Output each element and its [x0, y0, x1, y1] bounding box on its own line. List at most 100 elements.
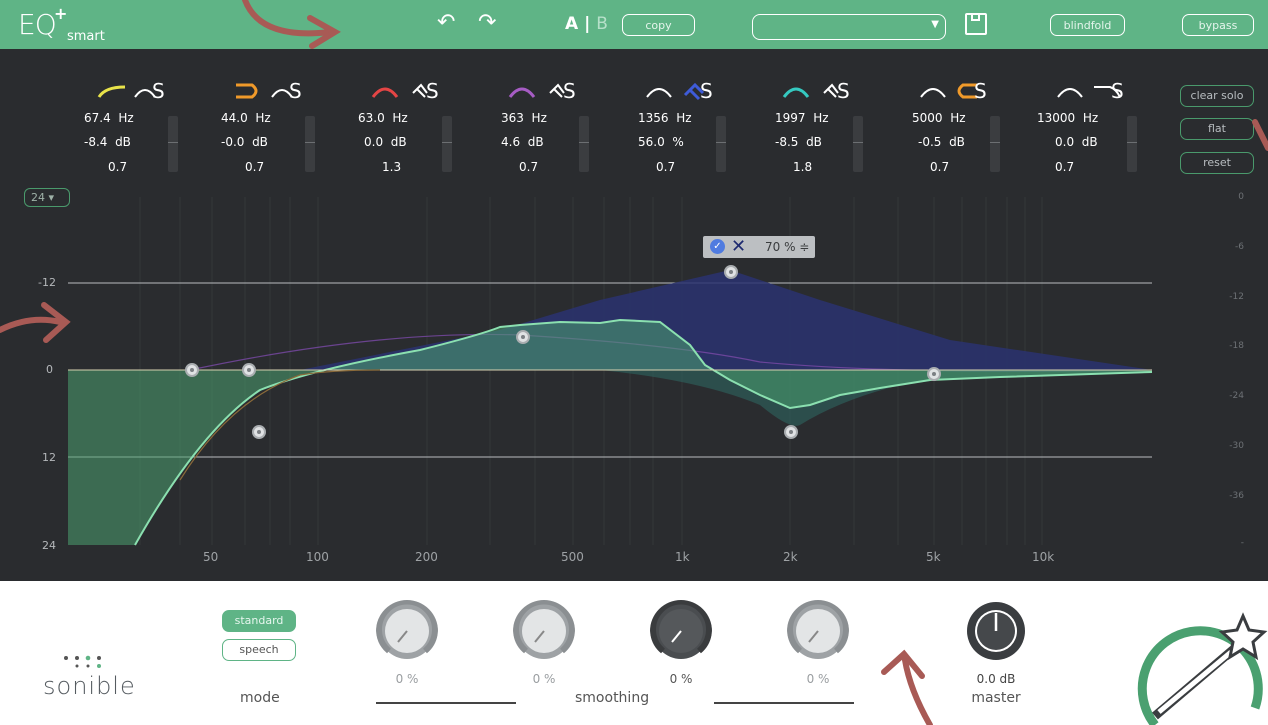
band-3[interactable]: S 63.0 Hz 0.0 dB 1.3 [334, 74, 459, 184]
band-1[interactable]: S 67.4 Hz -8.4 dB 0.7 [60, 74, 185, 184]
band-q: 0.7 [519, 160, 539, 174]
band-6[interactable]: S 1997 Hz -8.5 dB 1.8 [745, 74, 870, 184]
x-label: 100 [306, 550, 329, 564]
band-gain: -8.4 dB [84, 135, 131, 149]
solo-button[interactable]: S [152, 79, 165, 103]
band-2[interactable]: S 44.0 Hz -0.0 dB 0.7 [197, 74, 322, 184]
mode-speech-button[interactable]: speech [222, 639, 296, 661]
smoothing-knob-3[interactable] [650, 600, 712, 662]
band-slider[interactable] [716, 116, 726, 172]
dynamic-icon[interactable] [628, 79, 738, 103]
band-gain: -0.0 dB [221, 135, 268, 149]
solo-button[interactable]: S [1111, 79, 1124, 103]
band-q: 0.7 [656, 160, 676, 174]
right-label: -24 [1229, 391, 1244, 401]
band-freq: 363 Hz [501, 111, 547, 125]
smart-learn-button[interactable] [1135, 598, 1268, 725]
band-slider[interactable] [990, 116, 1000, 172]
solo-button[interactable]: S [974, 79, 987, 103]
master-knob[interactable] [965, 600, 1027, 662]
band-freq: 1997 Hz [775, 111, 829, 125]
band-q: 0.7 [930, 160, 950, 174]
band-q: 0.7 [245, 160, 265, 174]
band-gain: -8.5 dB [775, 135, 822, 149]
band-freq: 1356 Hz [638, 111, 692, 125]
smoothing-bracket-left [376, 702, 516, 704]
dynamic-node-tooltip: ✓ ✕ 70 % ≑ [703, 236, 815, 258]
band-node[interactable] [242, 363, 256, 377]
right-label: -30 [1229, 441, 1244, 451]
mode-label: mode [240, 690, 280, 706]
band-node[interactable] [252, 425, 266, 439]
band-freq: 67.4 Hz [84, 111, 134, 125]
solo-button[interactable]: S [289, 79, 302, 103]
band-q: 1.3 [382, 160, 402, 174]
band-slider[interactable] [579, 116, 589, 172]
band-5[interactable]: S 1356 Hz 56.0 % 0.7 [608, 74, 733, 184]
bell-icon[interactable] [491, 79, 601, 103]
band-node[interactable] [724, 265, 738, 279]
solo-button[interactable]: S [837, 79, 850, 103]
x-label: 5k [926, 550, 941, 564]
master-value: 0.0 dB [976, 672, 1016, 686]
clear-solo-button[interactable]: clear solo [1180, 85, 1254, 107]
band-node[interactable] [516, 330, 530, 344]
smoothing-label: smoothing [575, 690, 650, 706]
lowshelf-icon[interactable] [80, 79, 190, 103]
band-q: 0.7 [1055, 160, 1075, 174]
smoothing-knob-1[interactable] [376, 600, 438, 662]
band-freq: 63.0 Hz [358, 111, 408, 125]
band-gain: -0.5 dB [918, 135, 965, 149]
band-q: 0.7 [108, 160, 128, 174]
band-gain: 4.6 dB [501, 135, 544, 149]
band-node[interactable] [185, 363, 199, 377]
band-slider[interactable] [1127, 116, 1137, 172]
bell-icon[interactable] [354, 79, 464, 103]
smoothing-bracket-right [714, 702, 854, 704]
x-label: 2k [783, 550, 798, 564]
range-dropdown[interactable]: 24 ▾ [24, 188, 70, 207]
right-label: -6 [1235, 242, 1244, 252]
band-4[interactable]: S 363 Hz 4.6 dB 0.7 [471, 74, 596, 184]
knob-value: 0 % [806, 672, 830, 686]
solo-button[interactable]: S [700, 79, 713, 103]
highshelf-icon[interactable] [1039, 79, 1149, 103]
y-label: 12 [42, 451, 56, 464]
mode-standard-button[interactable]: standard [222, 610, 296, 632]
tooltip-percent[interactable]: 70 % ≑ [765, 240, 809, 254]
band-controls: S 67.4 Hz -8.4 dB 0.7 S 44.0 Hz -0.0 dB … [60, 74, 1160, 184]
knob-value: 0 % [669, 672, 693, 686]
y-label: 0 [46, 363, 53, 376]
smoothing-knob-4[interactable] [787, 600, 849, 662]
right-label: -18 [1229, 341, 1244, 351]
right-label: -36 [1229, 491, 1244, 501]
reset-button[interactable]: reset [1180, 152, 1254, 174]
lowcut-icon[interactable] [217, 79, 327, 103]
band-7[interactable]: S 5000 Hz -0.5 dB 0.7 [882, 74, 1007, 184]
band-slider[interactable] [305, 116, 315, 172]
close-icon[interactable]: ✕ [731, 236, 746, 258]
band-q: 1.8 [793, 160, 813, 174]
band-slider[interactable] [442, 116, 452, 172]
x-label: 1k [675, 550, 690, 564]
band-node[interactable] [927, 367, 941, 381]
band-freq: 5000 Hz [912, 111, 966, 125]
band-node[interactable] [784, 425, 798, 439]
band-slider[interactable] [168, 116, 178, 172]
right-label: - [1240, 538, 1244, 548]
band-freq: 13000 Hz [1037, 111, 1099, 125]
x-label: 10k [1032, 550, 1055, 564]
bell-icon[interactable] [765, 79, 875, 103]
band-8[interactable]: S 13000 Hz 0.0 dB 0.7 [1019, 74, 1144, 184]
master-label: master [971, 690, 1021, 706]
smoothing-knob-2[interactable] [513, 600, 575, 662]
band-slider[interactable] [853, 116, 863, 172]
y-label: -12 [38, 276, 56, 289]
solo-button[interactable]: S [426, 79, 439, 103]
flat-button[interactable]: flat [1180, 118, 1254, 140]
solo-button[interactable]: S [563, 79, 576, 103]
highcut-icon[interactable] [902, 79, 1012, 103]
brand-label: sonible [43, 672, 136, 700]
band-freq: 44.0 Hz [221, 111, 271, 125]
check-icon[interactable]: ✓ [710, 239, 725, 254]
